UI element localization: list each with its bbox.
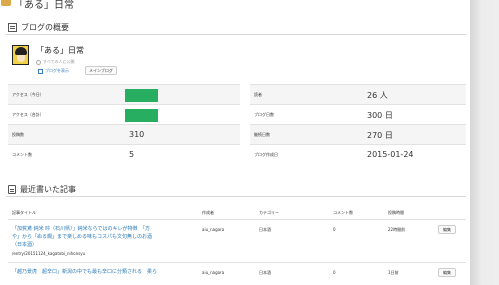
header-title: 「ある」日常 <box>14 0 74 11</box>
stat-row-created-date: ブログ作成日 2015-01-24 <box>250 144 466 164</box>
overview-heading-text: ブログの概要 <box>21 23 69 32</box>
col-header-comments: コメント数 <box>333 210 353 215</box>
stat-label: アクセス（今日） <box>12 92 44 97</box>
stat-row-streak-days: 継続日数 270 日 <box>250 124 466 144</box>
document-icon <box>8 185 16 194</box>
stat-value: 270 日 <box>367 131 393 140</box>
post-comments: 0 <box>333 270 336 275</box>
stat-label: ブログ日数 <box>254 112 274 117</box>
stat-row-readers: 読者 26 人 <box>250 84 466 104</box>
view-blog-link[interactable]: ブログを表示 <box>38 68 69 74</box>
post-author: aiu_nagara <box>202 227 225 232</box>
stat-label: 投稿数 <box>12 132 24 137</box>
access-today-bar <box>125 89 158 102</box>
post-time: 22時間前 <box>388 227 406 232</box>
stat-label: アクセス（合計） <box>12 112 44 117</box>
stat-label: ブログ作成日 <box>254 152 278 157</box>
main-blog-button[interactable]: メインブログ <box>85 66 117 75</box>
stat-label: 読者 <box>254 92 262 97</box>
table-icon <box>8 23 17 32</box>
overview-heading: ブログの概要 <box>8 22 69 33</box>
dashboard-panel: 「ある」日常 ブログの概要 「ある」日常 すべての人に公開 ブログを表示 メイン… <box>0 0 470 285</box>
edit-button[interactable]: 編集 <box>438 268 456 277</box>
stat-label: 継続日数 <box>254 132 270 137</box>
post-author: aiu_nagara <box>202 270 225 275</box>
stat-row-posts: 投稿数 310 <box>8 124 240 144</box>
stat-row-access-today: アクセス（今日） <box>8 84 240 104</box>
blog-name: 「ある」日常 <box>36 46 84 55</box>
header-separator <box>8 219 466 220</box>
globe-icon <box>36 59 41 65</box>
header-avatar <box>1 0 11 6</box>
stat-value: 300 日 <box>367 111 393 120</box>
post-category: 日本酒 <box>259 227 271 232</box>
post-title-line[interactable]: （日本酒） <box>12 241 37 249</box>
access-total-bar <box>125 109 158 122</box>
stat-value: 26 人 <box>367 91 388 100</box>
stat-value: 5 <box>129 150 135 159</box>
post-title-line[interactable]: や」から「ぬる燗」まで楽しめる味もコスパも文句無しのお酒 <box>12 233 152 241</box>
window-shadow <box>470 0 499 285</box>
post-title-line[interactable]: 「加賀鳶 純米 吟（石川県）」純米ならではのキレが特徴 「方 <box>12 225 150 233</box>
edit-button[interactable]: 編集 <box>438 225 456 234</box>
post-comments: 0 <box>333 227 336 232</box>
col-header-time: 投稿時間 <box>388 210 404 215</box>
post-path: /entry/20151124_kagatobi_nihonsyu <box>12 251 86 256</box>
col-header-author: 作成者 <box>202 210 214 215</box>
blog-avatar <box>12 45 29 65</box>
visibility-status: すべての人に公開 <box>36 59 75 65</box>
post-time: 1日前 <box>388 270 399 275</box>
stat-row-blog-days: ブログ日数 300 日 <box>250 104 466 124</box>
col-header-category: カテゴリー <box>259 210 279 215</box>
stat-value: 310 <box>129 130 145 139</box>
stat-row-comments: コメント数 5 <box>8 144 240 164</box>
recent-heading: 最近書いた記事 <box>8 184 76 195</box>
post-title-line[interactable]: 「越乃景虎 超辛口」新潟の中でも最も辛口に分類される 柔ら <box>12 268 157 276</box>
visibility-text: すべての人に公開 <box>43 59 75 64</box>
overview-divider <box>6 34 466 35</box>
stat-value: 2015-01-24 <box>367 150 414 159</box>
row-separator <box>8 262 466 263</box>
stat-label: コメント数 <box>12 152 32 157</box>
view-blog-link-text: ブログを表示 <box>45 68 69 73</box>
recent-divider <box>6 196 466 197</box>
post-category: 日本酒 <box>259 270 271 275</box>
external-link-icon <box>38 68 43 74</box>
stat-row-access-total: アクセス（合計） <box>8 104 240 124</box>
col-header-title: 記事タイトル <box>12 210 36 215</box>
recent-heading-text: 最近書いた記事 <box>20 185 76 194</box>
